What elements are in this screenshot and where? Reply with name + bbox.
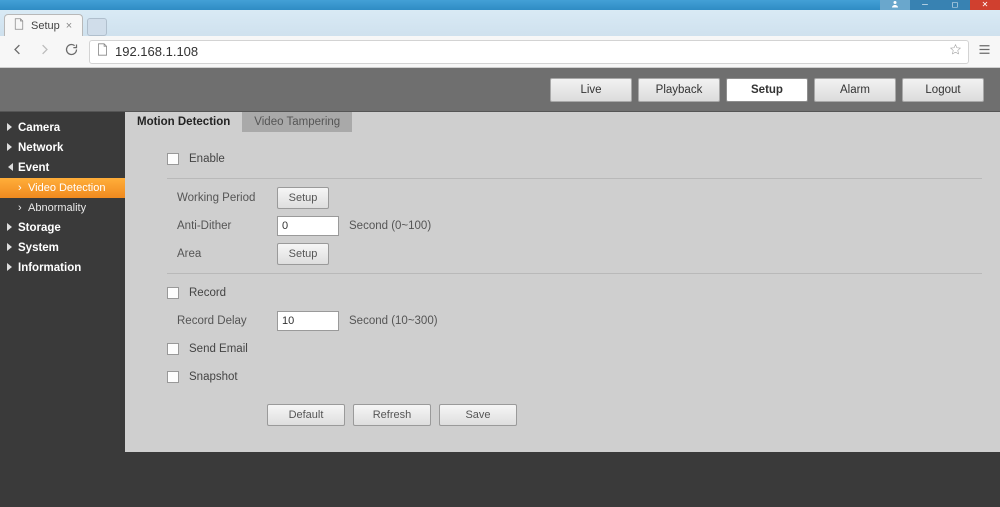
sidebar-item-label: Information: [18, 262, 81, 274]
sidebar-item-system[interactable]: System: [0, 238, 125, 258]
enable-checkbox[interactable]: [167, 153, 179, 165]
url-text: 192.168.1.108: [115, 44, 943, 59]
tab-motion-detection[interactable]: Motion Detection: [125, 112, 242, 132]
anti-dither-label: Anti-Dither: [177, 220, 277, 232]
record-delay-label: Record Delay: [177, 315, 277, 327]
topnav-playback[interactable]: Playback: [638, 78, 720, 102]
forward-icon[interactable]: [35, 40, 54, 64]
chrome-menu-icon[interactable]: [977, 42, 992, 62]
address-bar: 192.168.1.108: [0, 36, 1000, 68]
snapshot-label: Snapshot: [189, 371, 238, 383]
sidebar-item-network[interactable]: Network: [0, 138, 125, 158]
chevron-right-icon: [6, 122, 14, 134]
maximize-icon[interactable]: ◻: [940, 0, 970, 10]
topnav-live[interactable]: Live: [550, 78, 632, 102]
record-checkbox[interactable]: [167, 287, 179, 299]
omnibox[interactable]: 192.168.1.108: [89, 40, 969, 64]
chevron-down-icon: [6, 162, 14, 174]
bookmark-star-icon[interactable]: [949, 43, 962, 61]
new-tab-button[interactable]: [87, 18, 107, 36]
page-icon: [13, 18, 25, 33]
sidebar-item-label: Storage: [18, 222, 61, 234]
user-icon[interactable]: [880, 0, 910, 10]
chevron-right-icon: [6, 142, 14, 154]
browser-tab[interactable]: Setup ×: [4, 14, 83, 36]
back-icon[interactable]: [8, 40, 27, 64]
minimize-icon[interactable]: ─: [910, 0, 940, 10]
sidebar-item-label: Abnormality: [28, 202, 86, 214]
reload-icon[interactable]: [62, 40, 81, 64]
sidebar-item-storage[interactable]: Storage: [0, 218, 125, 238]
separator: [167, 273, 982, 274]
tab-video-tampering[interactable]: Video Tampering: [242, 112, 352, 132]
page-root: Live Playback Setup Alarm Logout Camera …: [0, 68, 1000, 507]
sidebar-item-label: Event: [18, 162, 49, 174]
send-email-label: Send Email: [189, 343, 248, 355]
site-info-icon[interactable]: [96, 43, 109, 61]
working-period-setup-button[interactable]: Setup: [277, 187, 329, 209]
enable-label: Enable: [189, 153, 225, 165]
separator: [167, 178, 982, 179]
sidebar-sub-video-detection[interactable]: › Video Detection: [0, 178, 125, 198]
browser-tab-title: Setup: [31, 20, 60, 32]
sidebar-item-information[interactable]: Information: [0, 258, 125, 278]
top-nav-bar: Live Playback Setup Alarm Logout: [0, 68, 1000, 112]
sidebar-item-label: Camera: [18, 122, 60, 134]
close-icon[interactable]: ✕: [970, 0, 1000, 10]
record-delay-input[interactable]: [277, 311, 339, 331]
chevron-right-icon: ›: [18, 182, 24, 194]
refresh-button[interactable]: Refresh: [353, 404, 431, 426]
chevron-right-icon: [6, 242, 14, 254]
panel-tabs: Motion Detection Video Tampering: [125, 112, 1000, 132]
main-panel: Motion Detection Video Tampering Enable …: [125, 112, 1000, 507]
save-button[interactable]: Save: [439, 404, 517, 426]
default-button[interactable]: Default: [267, 404, 345, 426]
chevron-right-icon: [6, 222, 14, 234]
working-period-label: Working Period: [177, 192, 277, 204]
chevron-right-icon: ›: [18, 202, 24, 214]
topnav-setup[interactable]: Setup: [726, 78, 808, 102]
area-setup-button[interactable]: Setup: [277, 243, 329, 265]
topnav-logout[interactable]: Logout: [902, 78, 984, 102]
sidebar-item-label: Video Detection: [28, 182, 105, 194]
sidebar: Camera Network Event › Video Detection ›…: [0, 112, 125, 507]
snapshot-checkbox[interactable]: [167, 371, 179, 383]
area-label: Area: [177, 248, 277, 260]
anti-dither-input[interactable]: [277, 216, 339, 236]
tab-close-icon[interactable]: ×: [66, 20, 72, 32]
sidebar-item-label: System: [18, 242, 59, 254]
sidebar-item-camera[interactable]: Camera: [0, 118, 125, 138]
tab-strip: Setup ×: [0, 10, 1000, 36]
record-delay-hint: Second (10~300): [349, 315, 438, 327]
topnav-alarm[interactable]: Alarm: [814, 78, 896, 102]
sidebar-item-label: Network: [18, 142, 63, 154]
window-titlebar: ─ ◻ ✕: [0, 0, 1000, 10]
send-email-checkbox[interactable]: [167, 343, 179, 355]
anti-dither-hint: Second (0~100): [349, 220, 431, 232]
chevron-right-icon: [6, 262, 14, 274]
record-label: Record: [189, 287, 226, 299]
sidebar-sub-abnormality[interactable]: › Abnormality: [0, 198, 125, 218]
sidebar-item-event[interactable]: Event: [0, 158, 125, 178]
